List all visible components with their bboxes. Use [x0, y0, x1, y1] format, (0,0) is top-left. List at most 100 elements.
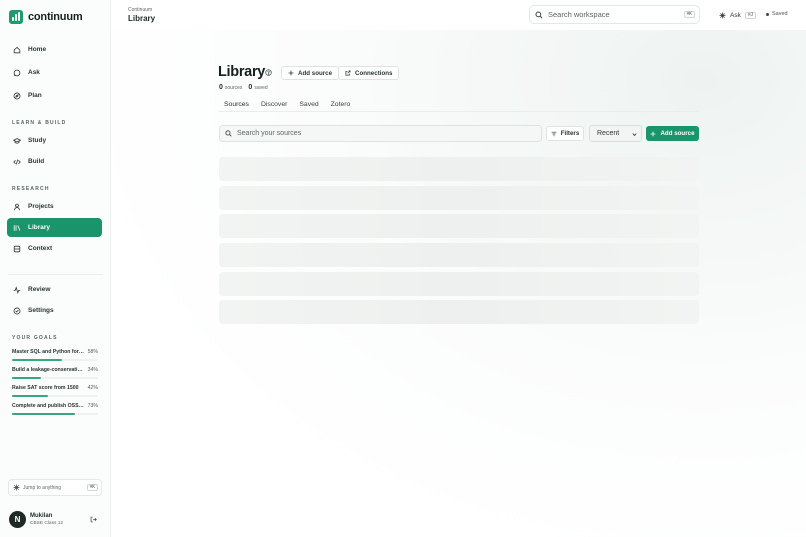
add-source-label: Add source	[298, 69, 333, 77]
shortcut-badge: ⌘K	[86, 484, 98, 491]
goal-item[interactable]: Raise SAT score from 1500 42%	[12, 385, 98, 397]
pulse-icon	[13, 285, 21, 294]
library-stats: 0 sources 0 saved	[219, 84, 268, 91]
help-icon[interactable]	[265, 69, 272, 76]
sidebar-item-label: Study	[28, 137, 47, 144]
brand[interactable]: continuum	[9, 10, 83, 24]
add-source-primary-button[interactable]: Add source	[646, 126, 699, 141]
sidebar-item-label: Review	[28, 286, 51, 293]
sidebar-item-label: Projects	[28, 203, 54, 210]
filter-icon	[551, 131, 557, 136]
sidebar-item-label: Ask	[28, 69, 40, 76]
brand-name: continuum	[28, 11, 83, 23]
filters-button[interactable]: Filters	[546, 126, 584, 141]
sidebar-item-ask[interactable]: Ask	[7, 63, 102, 82]
sidebar-item-review[interactable]: Review	[7, 280, 102, 299]
connections-label: Connections	[355, 69, 393, 77]
status-dot-icon	[766, 12, 769, 16]
sidebar-item-label: Plan	[28, 92, 42, 99]
sidebar-item-label: Settings	[28, 307, 54, 314]
goal-title: Build a leakage-conservative model	[12, 367, 84, 373]
tabs-divider	[219, 111, 699, 112]
loading-placeholder-row	[219, 157, 699, 181]
logo-icon	[9, 10, 23, 24]
jump-to-anything-button[interactable]: Jump to anything ⌘K	[8, 479, 102, 496]
sparkle-icon	[13, 484, 20, 491]
loading-placeholder-row	[219, 186, 699, 210]
loading-placeholder-row	[219, 300, 699, 324]
goal-progress-bar	[12, 413, 98, 415]
search-placeholder: Search workspace	[548, 10, 610, 19]
sidebar-item-library[interactable]: Library	[7, 218, 102, 237]
library-icon	[13, 224, 21, 231]
goal-title: Master SQL and Python for analytics	[12, 349, 84, 355]
library-tabs: Sources Discover Saved Zotero	[219, 97, 357, 112]
goal-percent: 58%	[87, 349, 98, 355]
sidebar-item-build[interactable]: Build	[7, 152, 102, 171]
compass-icon	[13, 92, 21, 99]
goal-item[interactable]: Complete and publish OSS project73%	[12, 403, 98, 415]
shortcut-badge: ⌘K	[683, 11, 695, 18]
page-title: Library	[218, 64, 266, 80]
plus-icon	[288, 70, 294, 76]
connections-button[interactable]: Connections	[338, 66, 400, 80]
goal-progress-bar	[12, 395, 98, 397]
goal-title: Raise SAT score from 1500	[12, 385, 79, 391]
tab-saved[interactable]: Saved	[294, 97, 323, 112]
sidebar-item-projects[interactable]: Projects	[7, 197, 102, 216]
goal-percent: 42%	[87, 385, 98, 391]
goal-item[interactable]: Build a leakage-conservative model34%	[12, 367, 98, 379]
user-profile[interactable]: N Mukilan CBSE Class 12	[9, 511, 63, 528]
sort-value: Recent	[597, 130, 620, 137]
tab-sources[interactable]: Sources	[219, 97, 254, 112]
add-source-label: Add source	[660, 130, 695, 137]
cap-icon	[13, 137, 21, 144]
breadcrumb[interactable]: Continuum	[128, 7, 152, 13]
sidebar-divider	[8, 274, 103, 275]
stat-saved: 0 saved	[248, 84, 268, 91]
save-status-label: Saved	[772, 11, 788, 17]
sidebar-item-label: Context	[28, 245, 53, 252]
tab-zotero[interactable]: Zotero	[326, 97, 356, 112]
database-icon	[13, 245, 21, 252]
sidebar: continuum Home Ask Plan LEARN & BUILD St…	[0, 0, 111, 537]
ask-label: Ask	[730, 11, 741, 19]
home-icon	[13, 46, 21, 53]
loading-placeholder-row	[219, 243, 699, 267]
sidebar-item-plan[interactable]: Plan	[7, 86, 102, 105]
section-title-goals: YOUR GOALS	[12, 335, 58, 341]
goal-percent: 73%	[87, 403, 98, 409]
section-title-research: RESEARCH	[12, 186, 50, 192]
sidebar-item-label: Library	[28, 224, 51, 231]
section-title-learn: LEARN & BUILD	[12, 120, 67, 126]
goal-title: Complete and publish OSS project	[12, 403, 84, 409]
stat-sources: 0 sources	[219, 84, 243, 91]
logout-icon[interactable]	[90, 516, 97, 523]
sparkle-icon	[719, 12, 726, 18]
goal-progress-bar	[12, 377, 98, 379]
sidebar-item-home[interactable]: Home	[7, 40, 102, 59]
sidebar-item-study[interactable]: Study	[7, 131, 102, 150]
workspace-search-input[interactable]: Search workspace ⌘K	[529, 5, 700, 24]
sidebar-item-label: Home	[28, 46, 47, 53]
search-placeholder: Search your sources	[237, 130, 302, 137]
chevron-down-icon	[632, 133, 637, 137]
page-heading: Library	[128, 14, 156, 23]
sidebar-item-context[interactable]: Context	[7, 239, 102, 258]
tab-discover[interactable]: Discover	[256, 97, 292, 112]
add-source-button[interactable]: Add source	[281, 66, 340, 80]
ask-button[interactable]: Ask ⌘J	[714, 7, 761, 23]
sources-search-input[interactable]: Search your sources	[219, 125, 542, 142]
user-subtitle: CBSE Class 12	[30, 521, 64, 526]
filters-label: Filters	[560, 130, 580, 137]
goal-item[interactable]: Master SQL and Python for analytics58%	[12, 349, 98, 361]
shield-icon	[13, 307, 21, 314]
jump-label: Jump to anything	[23, 484, 62, 491]
search-icon	[535, 10, 543, 19]
shortcut-badge: ⌘J	[744, 11, 757, 19]
code-icon	[13, 158, 21, 165]
sort-select[interactable]: Recent	[589, 125, 642, 142]
sidebar-item-label: Build	[28, 158, 45, 165]
sidebar-item-settings[interactable]: Settings	[7, 301, 102, 320]
loading-placeholder-row	[219, 214, 699, 238]
